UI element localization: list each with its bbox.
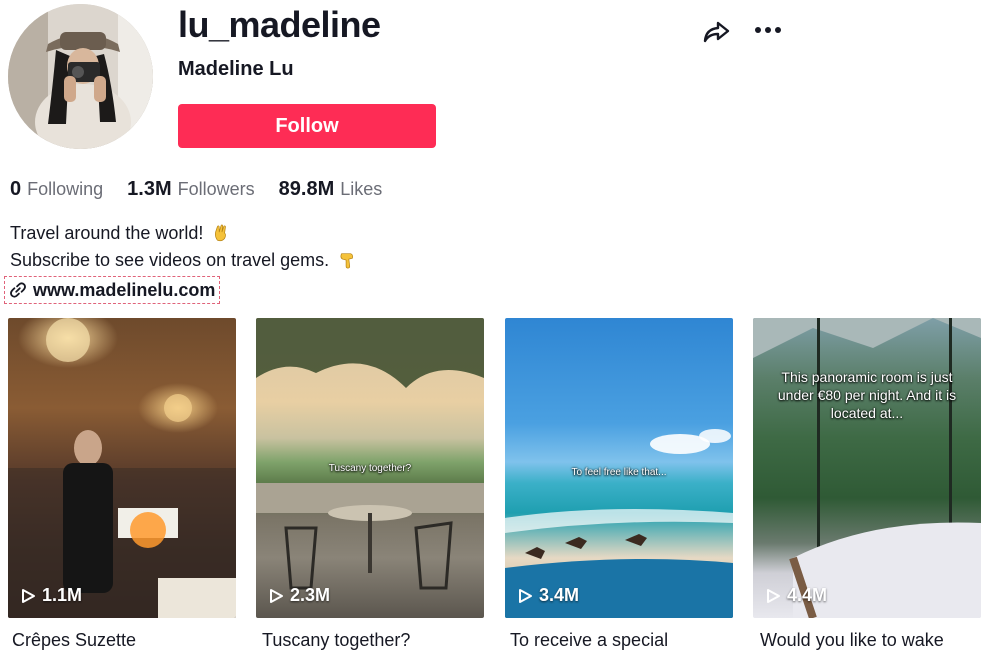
avatar-photo — [8, 4, 153, 149]
view-count: 3.4M — [517, 585, 579, 606]
video-thumbnail[interactable]: 1.1M — [8, 318, 236, 618]
video-scene — [753, 318, 981, 618]
video-caption[interactable]: Tuscany together? — [262, 630, 410, 651]
avatar[interactable] — [8, 4, 153, 149]
bio-text: Subscribe to see videos on travel gems. — [10, 250, 330, 270]
view-count-text: 4.4M — [787, 585, 828, 605]
view-count-text: 3.4M — [539, 585, 580, 605]
profile-link[interactable]: www.madelinelu.com — [4, 276, 221, 304]
stat-label: Followers — [177, 179, 255, 199]
view-count-text: 2.3M — [290, 585, 331, 605]
stat-label: Following — [27, 179, 104, 199]
follow-button[interactable]: Follow — [178, 104, 436, 148]
video-caption[interactable]: To receive a special — [510, 630, 668, 651]
video-thumbnail[interactable]: To feel free like that... 3.4M — [505, 318, 733, 618]
view-count-text: 1.1M — [42, 585, 83, 605]
link-text: www.madelinelu.com — [33, 279, 216, 300]
video-caption[interactable]: Would you like to wake — [760, 630, 944, 651]
display-name: Madeline Lu — [178, 58, 294, 80]
video-thumbnail[interactable]: This panoramic room is just under €80 pe… — [753, 318, 981, 618]
stat-value: 1.3M — [127, 178, 172, 200]
video-overlay-text: Tuscany together? — [328, 463, 412, 474]
video-overlay-text: To feel free like that... — [571, 467, 667, 478]
play-icon — [270, 588, 283, 603]
play-icon — [767, 588, 780, 603]
ok-hand-emoji-icon — [215, 224, 227, 242]
share-icon[interactable] — [700, 16, 732, 48]
video-caption[interactable]: Crêpes Suzette — [12, 630, 136, 651]
video-overlay-text: This panoramic room is just under €80 pe… — [777, 369, 957, 421]
profile-stats: 0 Following 1.3M Followers 89.8M Likes — [10, 178, 406, 201]
link-icon — [10, 282, 26, 298]
view-count: 2.3M — [268, 585, 330, 606]
view-count: 4.4M — [765, 585, 827, 606]
more-icon[interactable] — [752, 14, 784, 46]
play-icon — [519, 588, 532, 603]
bio-text: Travel around the world! — [10, 223, 204, 243]
stat-likes: 89.8M Likes — [279, 178, 383, 201]
video-scene — [8, 318, 236, 618]
play-icon — [22, 588, 35, 603]
video-thumbnail[interactable]: Tuscany together? 2.3M — [256, 318, 484, 618]
stat-following[interactable]: 0 Following — [10, 178, 103, 201]
stat-value: 89.8M — [278, 178, 335, 200]
bio: Travel around the world! Subscribe to se… — [10, 220, 356, 274]
bio-line: Travel around the world! — [10, 220, 356, 247]
stat-value: 0 — [10, 178, 22, 200]
stat-label: Likes — [340, 179, 383, 199]
view-count: 1.1M — [20, 585, 82, 606]
bio-line: Subscribe to see videos on travel gems. — [10, 247, 356, 274]
pointing-down-emoji-icon — [340, 253, 354, 269]
stat-followers[interactable]: 1.3M Followers — [127, 178, 255, 201]
username: lu_madeline — [178, 4, 381, 45]
